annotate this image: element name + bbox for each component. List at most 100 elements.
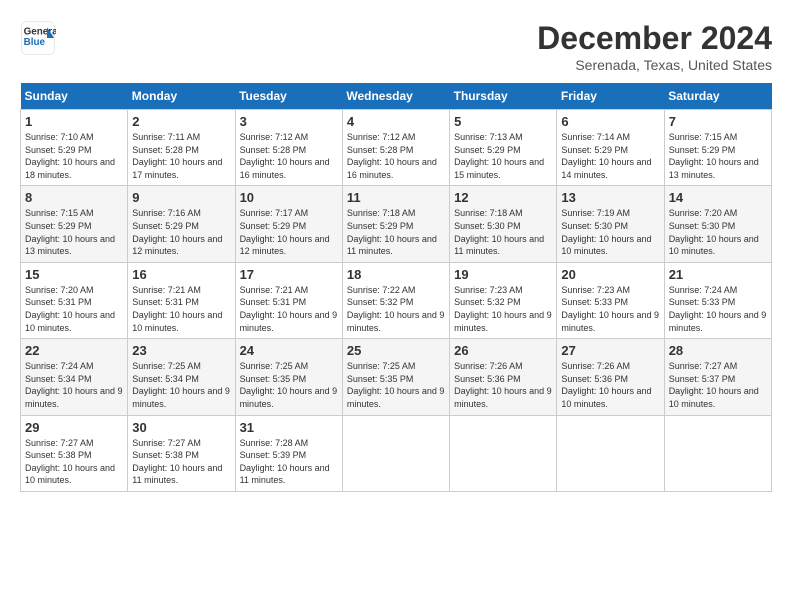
day-number: 2 (132, 114, 230, 129)
day-number: 3 (240, 114, 338, 129)
weekday-header-row: SundayMondayTuesdayWednesdayThursdayFrid… (21, 83, 772, 110)
day-info: Sunrise: 7:24 AMSunset: 5:34 PMDaylight:… (25, 360, 123, 410)
day-number: 30 (132, 420, 230, 435)
logo: General Blue (20, 20, 56, 56)
day-info: Sunrise: 7:12 AMSunset: 5:28 PMDaylight:… (347, 131, 445, 181)
day-info: Sunrise: 7:27 AMSunset: 5:38 PMDaylight:… (25, 437, 123, 487)
day-info: Sunrise: 7:11 AMSunset: 5:28 PMDaylight:… (132, 131, 230, 181)
day-info: Sunrise: 7:10 AMSunset: 5:29 PMDaylight:… (25, 131, 123, 181)
calendar-day-2: 2 Sunrise: 7:11 AMSunset: 5:28 PMDaylight… (128, 110, 235, 186)
calendar-day-4: 4 Sunrise: 7:12 AMSunset: 5:28 PMDaylight… (342, 110, 449, 186)
weekday-header-friday: Friday (557, 83, 664, 110)
weekday-header-wednesday: Wednesday (342, 83, 449, 110)
day-info: Sunrise: 7:20 AMSunset: 5:31 PMDaylight:… (25, 284, 123, 334)
day-number: 28 (669, 343, 767, 358)
calendar-day-23: 23 Sunrise: 7:25 AMSunset: 5:34 PMDayligh… (128, 339, 235, 415)
day-info: Sunrise: 7:16 AMSunset: 5:29 PMDaylight:… (132, 207, 230, 257)
weekday-header-sunday: Sunday (21, 83, 128, 110)
day-number: 11 (347, 190, 445, 205)
day-info: Sunrise: 7:19 AMSunset: 5:30 PMDaylight:… (561, 207, 659, 257)
day-info: Sunrise: 7:25 AMSunset: 5:34 PMDaylight:… (132, 360, 230, 410)
day-info: Sunrise: 7:23 AMSunset: 5:33 PMDaylight:… (561, 284, 659, 334)
calendar-week-5: 29 Sunrise: 7:27 AMSunset: 5:38 PMDayligh… (21, 415, 772, 491)
day-info: Sunrise: 7:13 AMSunset: 5:29 PMDaylight:… (454, 131, 552, 181)
location: Serenada, Texas, United States (537, 57, 772, 73)
day-number: 31 (240, 420, 338, 435)
day-number: 6 (561, 114, 659, 129)
weekday-header-saturday: Saturday (664, 83, 771, 110)
calendar-day-15: 15 Sunrise: 7:20 AMSunset: 5:31 PMDayligh… (21, 262, 128, 338)
day-number: 24 (240, 343, 338, 358)
day-number: 10 (240, 190, 338, 205)
day-info: Sunrise: 7:26 AMSunset: 5:36 PMDaylight:… (454, 360, 552, 410)
calendar-day-31: 31 Sunrise: 7:28 AMSunset: 5:39 PMDayligh… (235, 415, 342, 491)
day-info: Sunrise: 7:28 AMSunset: 5:39 PMDaylight:… (240, 437, 338, 487)
calendar-day-18: 18 Sunrise: 7:22 AMSunset: 5:32 PMDayligh… (342, 262, 449, 338)
day-number: 16 (132, 267, 230, 282)
calendar-day-1: 1 Sunrise: 7:10 AMSunset: 5:29 PMDaylight… (21, 110, 128, 186)
day-number: 17 (240, 267, 338, 282)
day-number: 9 (132, 190, 230, 205)
calendar-day-20: 20 Sunrise: 7:23 AMSunset: 5:33 PMDayligh… (557, 262, 664, 338)
calendar-day-6: 6 Sunrise: 7:14 AMSunset: 5:29 PMDaylight… (557, 110, 664, 186)
day-info: Sunrise: 7:25 AMSunset: 5:35 PMDaylight:… (240, 360, 338, 410)
month-title: December 2024 (537, 20, 772, 57)
calendar-day-3: 3Sunrise: 7:12 AMSunset: 5:28 PMDaylight… (235, 110, 342, 186)
day-info: Sunrise: 7:22 AMSunset: 5:32 PMDaylight:… (347, 284, 445, 334)
calendar-day-12: 12 Sunrise: 7:18 AMSunset: 5:30 PMDayligh… (450, 186, 557, 262)
day-number: 21 (669, 267, 767, 282)
calendar-table: SundayMondayTuesdayWednesdayThursdayFrid… (20, 83, 772, 492)
weekday-header-tuesday: Tuesday (235, 83, 342, 110)
day-info: Sunrise: 7:20 AMSunset: 5:30 PMDaylight:… (669, 207, 767, 257)
day-info: Sunrise: 7:27 AMSunset: 5:37 PMDaylight:… (669, 360, 767, 410)
day-number: 25 (347, 343, 445, 358)
weekday-header-thursday: Thursday (450, 83, 557, 110)
calendar-day-17: 17 Sunrise: 7:21 AMSunset: 5:31 PMDayligh… (235, 262, 342, 338)
empty-cell (342, 415, 449, 491)
day-number: 12 (454, 190, 552, 205)
calendar-day-11: 11 Sunrise: 7:18 AMSunset: 5:29 PMDayligh… (342, 186, 449, 262)
calendar-day-16: 16 Sunrise: 7:21 AMSunset: 5:31 PMDayligh… (128, 262, 235, 338)
day-number: 15 (25, 267, 123, 282)
calendar-week-3: 15 Sunrise: 7:20 AMSunset: 5:31 PMDayligh… (21, 262, 772, 338)
day-info: Sunrise: 7:17 AMSunset: 5:29 PMDaylight:… (240, 207, 338, 257)
day-info: Sunrise: 7:15 AMSunset: 5:29 PMDaylight:… (669, 131, 767, 181)
day-info: Sunrise: 7:23 AMSunset: 5:32 PMDaylight:… (454, 284, 552, 334)
day-info: Sunrise: 7:18 AMSunset: 5:29 PMDaylight:… (347, 207, 445, 257)
day-info: Sunrise: 7:21 AMSunset: 5:31 PMDaylight:… (240, 284, 338, 334)
calendar-day-25: 25 Sunrise: 7:25 AMSunset: 5:35 PMDayligh… (342, 339, 449, 415)
logo-icon: General Blue (20, 20, 56, 56)
day-number: 8 (25, 190, 123, 205)
empty-cell (664, 415, 771, 491)
calendar-day-30: 30Sunrise: 7:27 AMSunset: 5:38 PMDayligh… (128, 415, 235, 491)
header: General Blue December 2024 Serenada, Tex… (20, 20, 772, 73)
weekday-header-monday: Monday (128, 83, 235, 110)
calendar-day-13: 13Sunrise: 7:19 AMSunset: 5:30 PMDayligh… (557, 186, 664, 262)
day-info: Sunrise: 7:15 AMSunset: 5:29 PMDaylight:… (25, 207, 123, 257)
day-number: 4 (347, 114, 445, 129)
day-info: Sunrise: 7:21 AMSunset: 5:31 PMDaylight:… (132, 284, 230, 334)
calendar-day-22: 22 Sunrise: 7:24 AMSunset: 5:34 PMDayligh… (21, 339, 128, 415)
day-info: Sunrise: 7:26 AMSunset: 5:36 PMDaylight:… (561, 360, 659, 410)
calendar-day-24: 24 Sunrise: 7:25 AMSunset: 5:35 PMDayligh… (235, 339, 342, 415)
day-info: Sunrise: 7:25 AMSunset: 5:35 PMDaylight:… (347, 360, 445, 410)
calendar-day-9: 9 Sunrise: 7:16 AMSunset: 5:29 PMDaylight… (128, 186, 235, 262)
day-info: Sunrise: 7:14 AMSunset: 5:29 PMDaylight:… (561, 131, 659, 181)
calendar-day-26: 26Sunrise: 7:26 AMSunset: 5:36 PMDayligh… (450, 339, 557, 415)
calendar-day-27: 27Sunrise: 7:26 AMSunset: 5:36 PMDayligh… (557, 339, 664, 415)
svg-text:Blue: Blue (24, 37, 46, 48)
day-number: 23 (132, 343, 230, 358)
day-number: 29 (25, 420, 123, 435)
calendar-week-4: 22 Sunrise: 7:24 AMSunset: 5:34 PMDayligh… (21, 339, 772, 415)
calendar-day-5: 5Sunrise: 7:13 AMSunset: 5:29 PMDaylight… (450, 110, 557, 186)
calendar-day-14: 14Sunrise: 7:20 AMSunset: 5:30 PMDayligh… (664, 186, 771, 262)
calendar-day-28: 28 Sunrise: 7:27 AMSunset: 5:37 PMDayligh… (664, 339, 771, 415)
day-number: 18 (347, 267, 445, 282)
day-info: Sunrise: 7:18 AMSunset: 5:30 PMDaylight:… (454, 207, 552, 257)
day-number: 22 (25, 343, 123, 358)
calendar-day-29: 29 Sunrise: 7:27 AMSunset: 5:38 PMDayligh… (21, 415, 128, 491)
day-number: 19 (454, 267, 552, 282)
calendar-week-1: 1 Sunrise: 7:10 AMSunset: 5:29 PMDaylight… (21, 110, 772, 186)
day-number: 20 (561, 267, 659, 282)
day-number: 1 (25, 114, 123, 129)
